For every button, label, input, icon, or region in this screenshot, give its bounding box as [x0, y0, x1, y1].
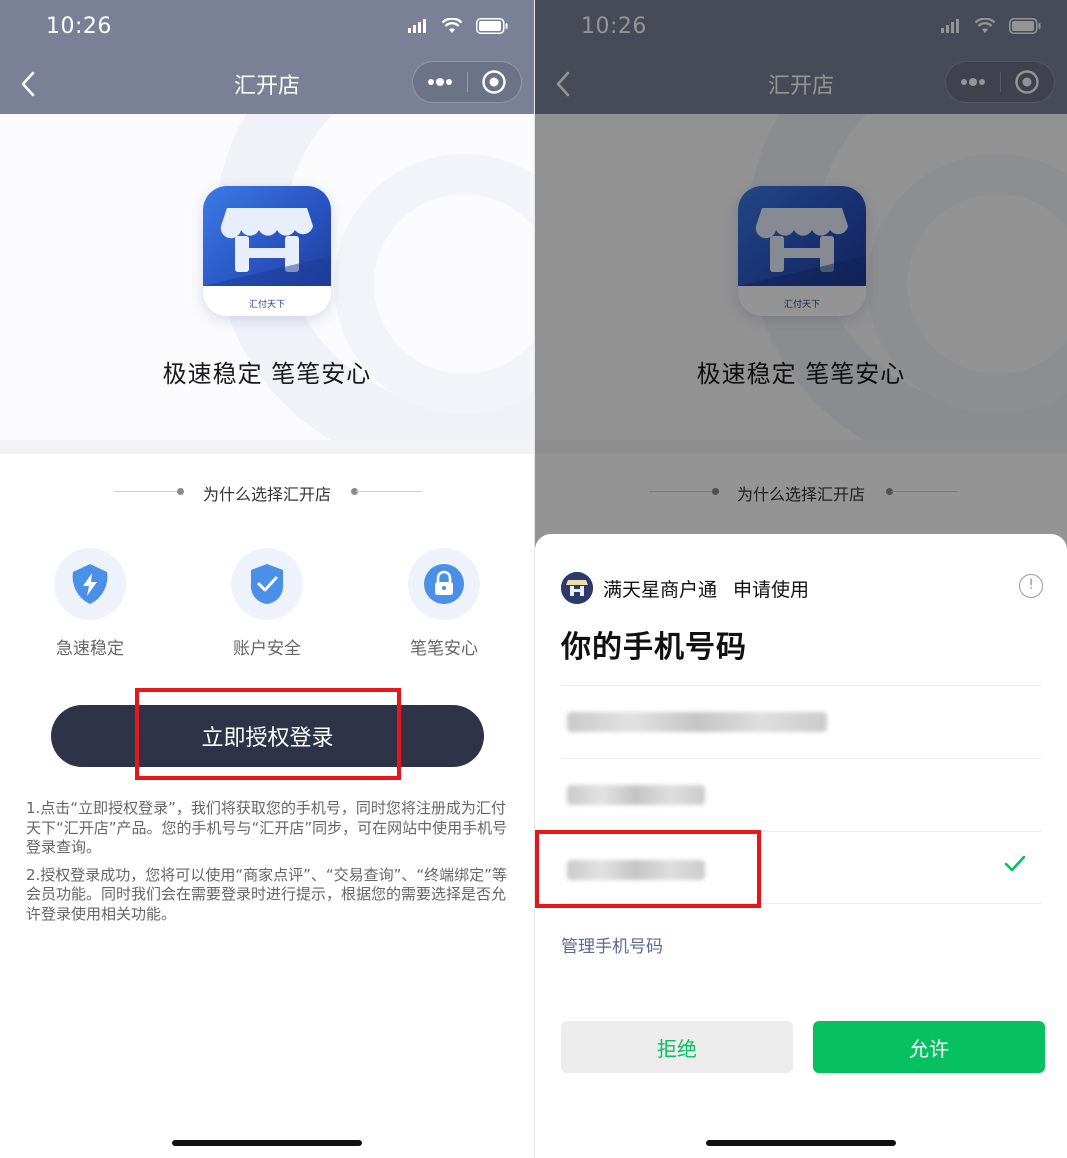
more-menu-button[interactable] [413, 62, 467, 102]
phone-option-1[interactable] [561, 685, 1041, 758]
battery-icon [476, 18, 508, 34]
mini-program-capsule [412, 61, 522, 103]
screen-right: 10:26 汇开店 汇付天下 极速稳定 笔笔安心 为什么选择汇开店 满天星商户通… [535, 0, 1067, 1158]
feature-icon-ring [408, 548, 480, 620]
reject-button[interactable]: 拒绝 [561, 1021, 793, 1073]
feature-icon-ring [231, 548, 303, 620]
close-mini-program-button[interactable] [468, 62, 522, 102]
feature-security: 账户安全 [212, 548, 322, 659]
requesting-app-name: 满天星商户通 [603, 578, 718, 601]
check-icon [1004, 855, 1026, 872]
logo-background [203, 186, 331, 286]
more-dots-icon [427, 78, 452, 86]
slogan: 极速稳定 笔笔安心 [162, 360, 372, 388]
screen-left: 10:26 汇开店 汇付天下 极速稳定 笔笔安心 为什么选择汇开店 急速稳定 账… [0, 0, 534, 1158]
lightning-shield-icon [72, 564, 108, 604]
cellular-signal-icon [408, 19, 426, 33]
storefront-icon [561, 572, 593, 604]
note-2: 2.授权登录成功，您将可以使用“商家点评”、“交易查询”、“终端绑定”等会员功能… [26, 865, 507, 923]
redacted-phone-number [567, 785, 705, 805]
home-indicator [172, 1140, 362, 1146]
status-time: 10:26 [46, 14, 112, 39]
lock-icon [424, 564, 464, 604]
feature-label: 急速稳定 [56, 639, 124, 659]
feature-speed: 急速稳定 [35, 548, 145, 659]
redacted-phone-number [567, 712, 827, 732]
highlight-box-login [135, 688, 401, 780]
request-label: 申请使用 [733, 578, 810, 601]
hero-section: 汇付天下 极速稳定 笔笔安心 [0, 114, 534, 440]
manage-phone-link[interactable]: 管理手机号码 [561, 932, 663, 957]
feature-label: 账户安全 [233, 639, 301, 659]
why-title-line-right [356, 491, 422, 492]
phone-authorization-sheet: 满天星商户通 申请使用 ! 你的手机号码 管理手机号码 拒绝 允许 [535, 534, 1067, 1158]
feature-reassurance: 笔笔安心 [389, 548, 499, 659]
section-separator [0, 440, 534, 454]
info-button[interactable]: ! [1019, 574, 1043, 598]
top-bar: 10:26 汇开店 [0, 0, 534, 114]
check-shield-icon [250, 564, 284, 604]
phone-option-2[interactable] [561, 758, 1041, 831]
app-logo: 汇付天下 [203, 186, 331, 316]
target-circle-icon [482, 70, 506, 94]
note-1: 1.点击“立即授权登录”，我们将获取您的手机号，同时您将注册成为汇付天下“汇开店… [26, 799, 508, 856]
wifi-icon [442, 18, 462, 33]
feature-icon-ring [54, 548, 126, 620]
logo-caption: 汇付天下 [248, 300, 285, 310]
allow-button[interactable]: 允许 [813, 1021, 1045, 1073]
feature-label: 笔笔安心 [410, 639, 478, 659]
sheet-title: 你的手机号码 [561, 630, 747, 665]
notes-section: 1.点击“立即授权登录”，我们将获取您的手机号，同时您将注册成为汇付天下“汇开店… [26, 799, 512, 924]
requesting-app: 满天星商户通 申请使用 [561, 572, 809, 604]
app-avatar [561, 572, 593, 604]
status-icons [408, 18, 508, 34]
why-title: 为什么选择汇开店 [202, 485, 331, 504]
storefront-icon [203, 208, 331, 286]
highlight-box-phone [535, 830, 761, 908]
home-indicator [706, 1140, 896, 1146]
